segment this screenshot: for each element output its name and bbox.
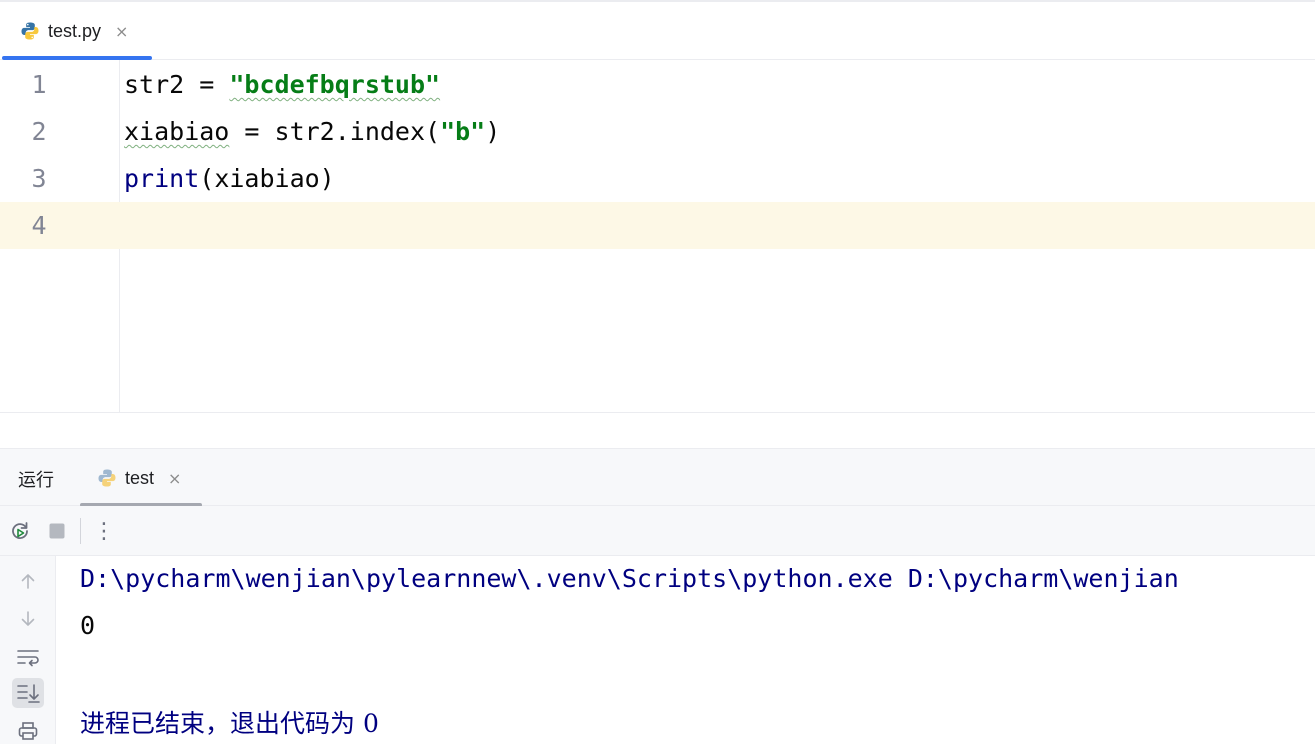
run-toolbar: ⋮ (0, 506, 1315, 556)
code-token-plain: ) (485, 117, 501, 146)
line-number: 1 (31, 70, 47, 99)
console-command-line: D:\pycharm\wenjian\pylearnnew\.venv\Scri… (80, 564, 1179, 593)
python-icon (97, 468, 117, 488)
scroll-to-end-icon[interactable] (12, 678, 44, 708)
run-tool-window-title: 运行 (18, 470, 54, 491)
code-token-string: "b" (440, 117, 486, 146)
code-token-keyword: print (124, 164, 200, 193)
close-tab-icon[interactable]: × (115, 22, 128, 41)
stop-icon[interactable] (45, 519, 69, 543)
console-output-line: 0 (80, 611, 96, 640)
code-text: print(xiabiao) (124, 155, 335, 202)
console-side-toolbar (0, 556, 56, 744)
run-tool-window-header: 运行 test × (0, 448, 1315, 507)
python-file-icon (20, 21, 40, 41)
code-token-plain: (xiabiao) (199, 164, 335, 193)
tab-label: test.py (48, 20, 102, 41)
code-line-current[interactable]: 4 (0, 202, 1315, 249)
console-exit-message: 进程已结束，退出代码为 0 (80, 704, 379, 740)
line-number: 4 (31, 211, 47, 240)
run-tab-test[interactable]: test × (80, 449, 202, 507)
rerun-icon[interactable] (8, 519, 32, 543)
editor-tab-bar: test.py × (0, 0, 1315, 60)
run-tab-label: test (125, 467, 155, 488)
code-editor[interactable]: 1 str2 = "bcdefbqrstub" 2 xiabiao = str2.in… (0, 60, 1315, 413)
close-run-tab-icon[interactable]: × (168, 469, 181, 488)
code-token-plain: xiabiao (124, 117, 230, 146)
line-number: 2 (31, 117, 47, 146)
code-line[interactable]: 3 print(xiabiao) (0, 155, 1315, 202)
code-token-string: "bcdefbqrstub" (229, 70, 441, 99)
tab-test-py[interactable]: test.py × (2, 2, 152, 60)
code-line[interactable]: 2 xiabiao = str2.index("b") (0, 108, 1315, 155)
up-arrow-icon[interactable] (12, 566, 44, 596)
code-token-plain: = str2.index( (229, 117, 441, 146)
soft-wrap-icon[interactable] (12, 642, 44, 672)
code-text: str2 = "bcdefbqrstub" (124, 61, 440, 108)
code-line[interactable]: 1 str2 = "bcdefbqrstub" (0, 61, 1315, 108)
code-text: xiabiao = str2.index("b") (124, 108, 500, 155)
exit-message-text: 进程已结束，退出代码为 0 (80, 709, 379, 738)
toolbar-separator (80, 518, 81, 544)
print-icon[interactable] (12, 716, 44, 744)
code-token-plain: str2 = (124, 70, 230, 99)
line-number: 3 (31, 164, 47, 193)
console-output[interactable]: D:\pycharm\wenjian\pylearnnew\.venv\Scri… (56, 556, 1315, 744)
more-vertical-icon[interactable]: ⋮ (92, 519, 116, 544)
down-arrow-icon[interactable] (12, 604, 44, 634)
